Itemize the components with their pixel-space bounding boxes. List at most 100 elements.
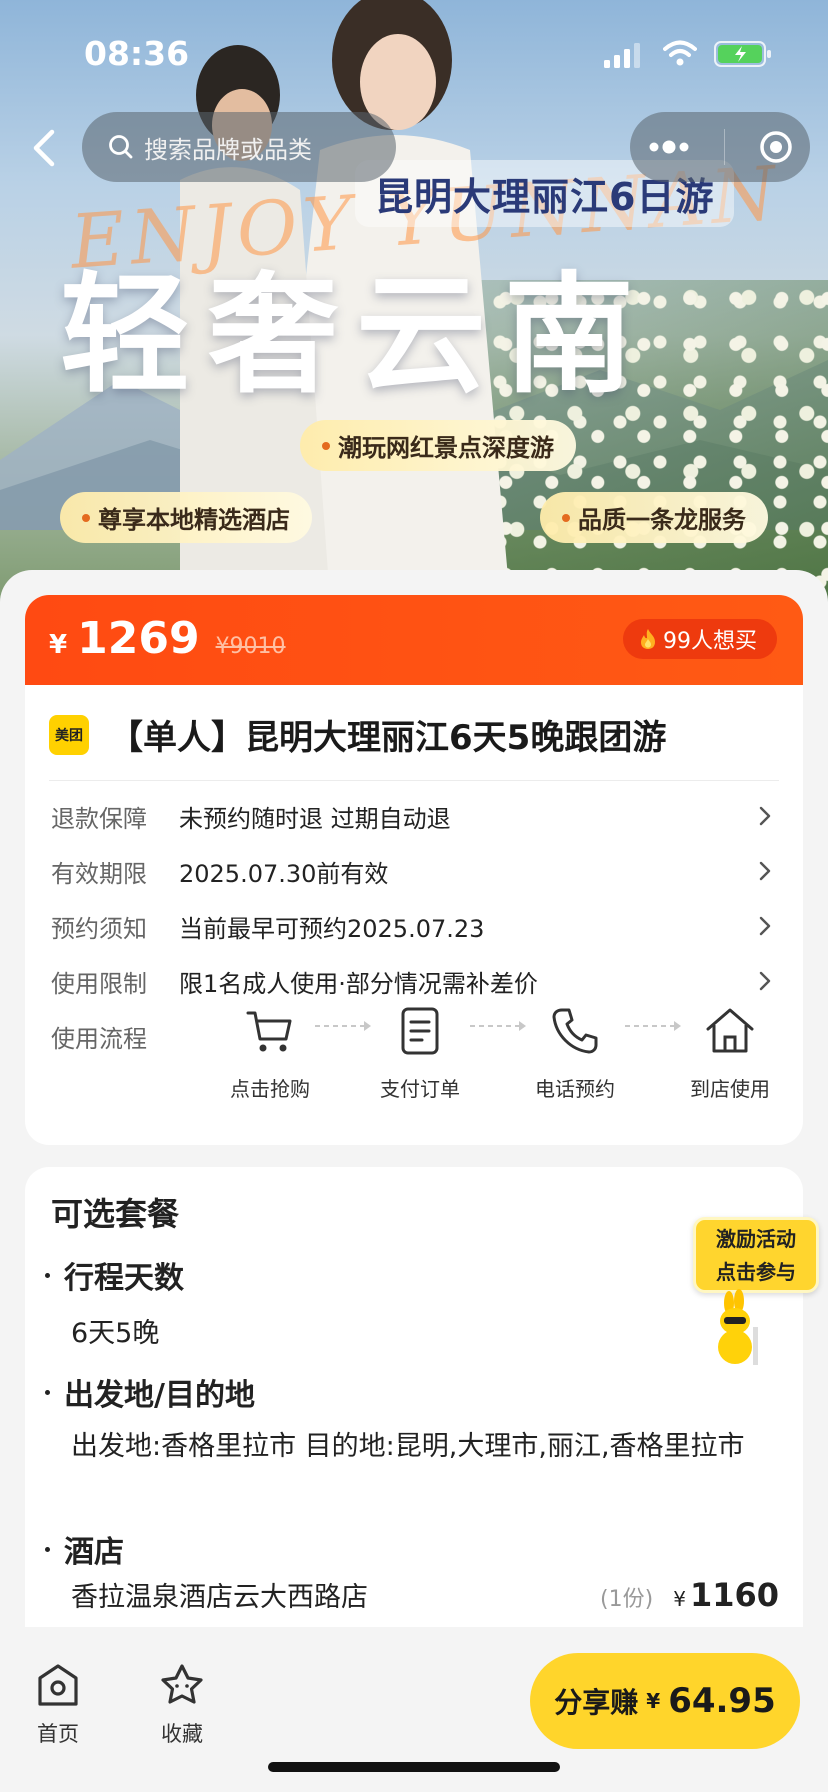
hotel-quantity: (1份) [600,1587,654,1612]
wifi-icon [663,40,697,66]
currency-symbol: ¥ [646,1689,661,1713]
hotel-price: 1160 [689,1576,779,1614]
package-options-card: 可选套餐 行程天数 6天5晚 出发地/目的地 出发地:香格里拉市 目的地:昆明,… [25,1167,803,1627]
kangaroo-mascot-icon [718,1289,758,1365]
promo-line: 点击参与 [716,1260,796,1284]
info-row-booking[interactable]: 预约须知 当前最早可预约2025.07.23 [51,906,777,946]
product-info-card: ¥ 1269 ¥9010 99人想买 美团 【单人】昆明大理丽江6天5晚跟团游 … [25,595,803,1145]
fire-icon [641,629,655,649]
more-options-icon[interactable] [646,137,692,157]
hero-banner[interactable]: ENJOY YUNNAN 昆明大理丽江6日游 轻奢云南 潮玩网红景点深度游 尊享… [0,0,828,610]
current-price: 1269 [77,613,200,664]
flow-step-label: 到店使用 [690,1077,770,1101]
info-value: 当前最早可预约2025.07.23 [179,914,485,943]
capsule-divider [724,129,726,165]
bullet-dot [45,1546,50,1552]
promo-line: 激励活动 [716,1227,796,1251]
star-favorite-icon [161,1664,203,1704]
mini-program-capsule [630,112,810,182]
tab-home[interactable]: 首页 [13,1662,103,1748]
phone-icon [552,1008,598,1054]
product-title-row: 美团 【单人】昆明大理丽江6天5晚跟团游 [49,710,666,759]
product-title: 【单人】昆明大理丽江6天5晚跟团游 [109,718,667,758]
flow-step: 点击抢购 [205,1003,335,1102]
banner-feature-tag: 尊享本地精选酒店 [60,492,312,543]
info-key: 有效期限 [51,859,147,888]
chevron-right-icon [759,861,771,881]
route-value: 出发地:香格里拉市 目的地:昆明,大理市,丽江,香格里拉市 [71,1431,745,1462]
flow-step-label: 点击抢购 [230,1077,310,1101]
field-label: 行程天数 [64,1261,184,1296]
tab-label: 首页 [37,1722,79,1746]
bullet-dot [82,513,90,522]
close-miniprogram-icon[interactable] [758,129,794,165]
incentive-activity-float[interactable]: 激励活动 点击参与 [693,1217,819,1365]
package-field-route: 出发地/目的地 [45,1370,255,1414]
shopping-cart-icon [246,1011,292,1052]
package-field-hotel: 酒店 [45,1527,124,1571]
share-earn-button[interactable]: 分享赚 ¥ 64.95 [530,1653,800,1749]
hotel-option-row[interactable]: 香拉温泉酒店云大西路店 (1份) ¥ 1160 [71,1575,779,1614]
info-row-validity[interactable]: 有效期限 2025.07.30前有效 [51,851,777,891]
package-field-days: 行程天数 [45,1253,184,1297]
search-placeholder: 搜索品牌或品类 [144,135,312,164]
info-value: 2025.07.30前有效 [179,859,389,888]
flow-step: 到店使用 [665,1003,795,1102]
share-label: 分享赚 [554,1686,639,1719]
info-value: 未预约随时退 过期自动退 [179,804,451,833]
flow-step: 支付订单 [355,1003,485,1102]
info-row-restriction[interactable]: 使用限制 限1名成人使用·部分情况需补差价 [51,961,777,1001]
info-row-flow: 使用流程 [51,1016,191,1056]
info-row-refund[interactable]: 退款保障 未预约随时退 过期自动退 [51,796,777,836]
banner-feature-label: 潮玩网红景点深度游 [338,434,554,462]
flow-step-label: 支付订单 [380,1077,460,1101]
days-value: 6天5晚 [71,1318,160,1349]
chevron-right-icon [759,916,771,936]
currency-symbol: ¥ [49,630,68,660]
banner-title: 轻奢云南 [60,259,653,411]
flow-step: 电话预约 [510,1003,640,1102]
field-label: 酒店 [64,1535,124,1570]
chevron-right-icon [759,806,771,826]
banner-feature-label: 品质一条龙服务 [578,506,746,534]
tab-favorites[interactable]: 收藏 [137,1662,227,1748]
battery-charging-icon [714,41,771,67]
search-input[interactable]: 搜索品牌或品类 [82,112,396,182]
flow-step-label: 电话预约 [535,1077,615,1101]
info-key: 使用限制 [51,969,147,998]
price-band: ¥ 1269 ¥9010 99人想买 [25,595,803,713]
product-detail-page: ENJOY YUNNAN 昆明大理丽江6日游 轻奢云南 潮玩网红景点深度游 尊享… [0,0,828,1792]
banner-feature-label: 尊享本地精选酒店 [98,506,290,534]
status-bar: 08:36 [0,0,828,100]
home-indicator[interactable] [268,1762,560,1772]
tab-label: 收藏 [161,1722,203,1746]
info-key: 预约须知 [51,914,147,943]
bullet-dot [322,441,330,450]
info-value: 限1名成人使用·部分情况需补差价 [179,969,538,998]
search-icon [109,135,133,159]
store-home-icon [706,1008,754,1053]
price-block: ¥ 1269 ¥9010 [49,613,286,664]
field-label: 出发地/目的地 [64,1378,255,1413]
info-key: 退款保障 [51,804,147,833]
bullet-dot [562,513,570,522]
banner-feature-tag: 品质一条龙服务 [540,492,768,543]
share-amount: 64.95 [668,1681,776,1721]
info-key: 使用流程 [51,1024,147,1053]
want-count: 99人想买 [663,629,757,654]
chevron-right-icon [759,971,771,991]
bullet-dot [45,1272,50,1278]
package-section-title: 可选套餐 [51,1195,180,1233]
order-document-icon [401,1007,439,1055]
home-icon [38,1664,78,1706]
status-time: 08:36 [84,34,190,73]
promo-badge: 激励活动 点击参与 [693,1217,819,1293]
usage-flow: 点击抢购 支付订单 电话预约 到店使用 [205,1003,785,1123]
want-to-buy-badge: 99人想买 [623,619,777,659]
bullet-dot [45,1389,50,1395]
hotel-name: 香拉温泉酒店云大西路店 [71,1582,368,1613]
back-icon[interactable] [22,124,66,172]
divider [49,780,779,781]
banner-feature-tag: 潮玩网红景点深度游 [300,420,576,471]
original-price: ¥9010 [215,634,286,659]
